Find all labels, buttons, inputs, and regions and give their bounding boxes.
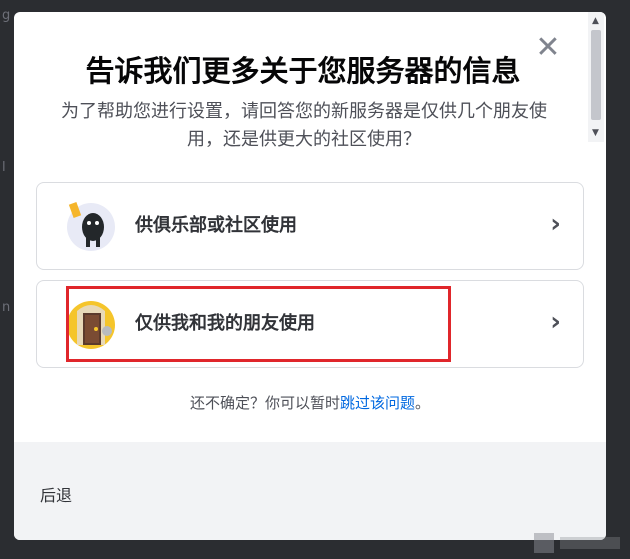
chevron-right-icon: › xyxy=(550,307,561,337)
background-text-fragment: g xyxy=(2,8,11,23)
option-club-community[interactable]: 供俱乐部或社区使用 › xyxy=(36,182,584,270)
skip-question-link[interactable]: 跳过该问题 xyxy=(340,394,415,412)
watermark-logo-icon xyxy=(534,533,620,553)
background-text-fragment: n xyxy=(2,300,11,315)
scroll-down-arrow-icon[interactable]: ▼ xyxy=(592,128,599,138)
scroll-thumb[interactable] xyxy=(591,30,601,120)
create-server-modal: ▲ ▼ ✕ 告诉我们更多关于您服务器的信息 为了帮助您进行设置，请回答您的新服务… xyxy=(14,12,606,540)
scroll-up-arrow-icon[interactable]: ▲ xyxy=(592,16,599,26)
chevron-right-icon: › xyxy=(550,209,561,239)
hint-text: 还不确定？你可以暂时 xyxy=(189,394,340,412)
modal-title: 告诉我们更多关于您服务器的信息 xyxy=(85,54,521,88)
background-text-fragment: l xyxy=(2,160,6,175)
annotation-highlight-box xyxy=(66,286,451,362)
hint-suffix: 。 xyxy=(415,394,431,412)
skip-hint: 还不确定？你可以暂时跳过该问题。 xyxy=(14,392,606,413)
option-label: 供俱乐部或社区使用 xyxy=(135,215,297,236)
modal-footer: 后退 xyxy=(14,442,606,540)
modal-subtitle: 为了帮助您进行设置，请回答您的新服务器是仅供几个朋友使用，还是供更大的社区使用？ xyxy=(61,101,547,150)
club-community-illustration-icon xyxy=(67,202,115,251)
back-button[interactable]: 后退 xyxy=(40,482,72,506)
